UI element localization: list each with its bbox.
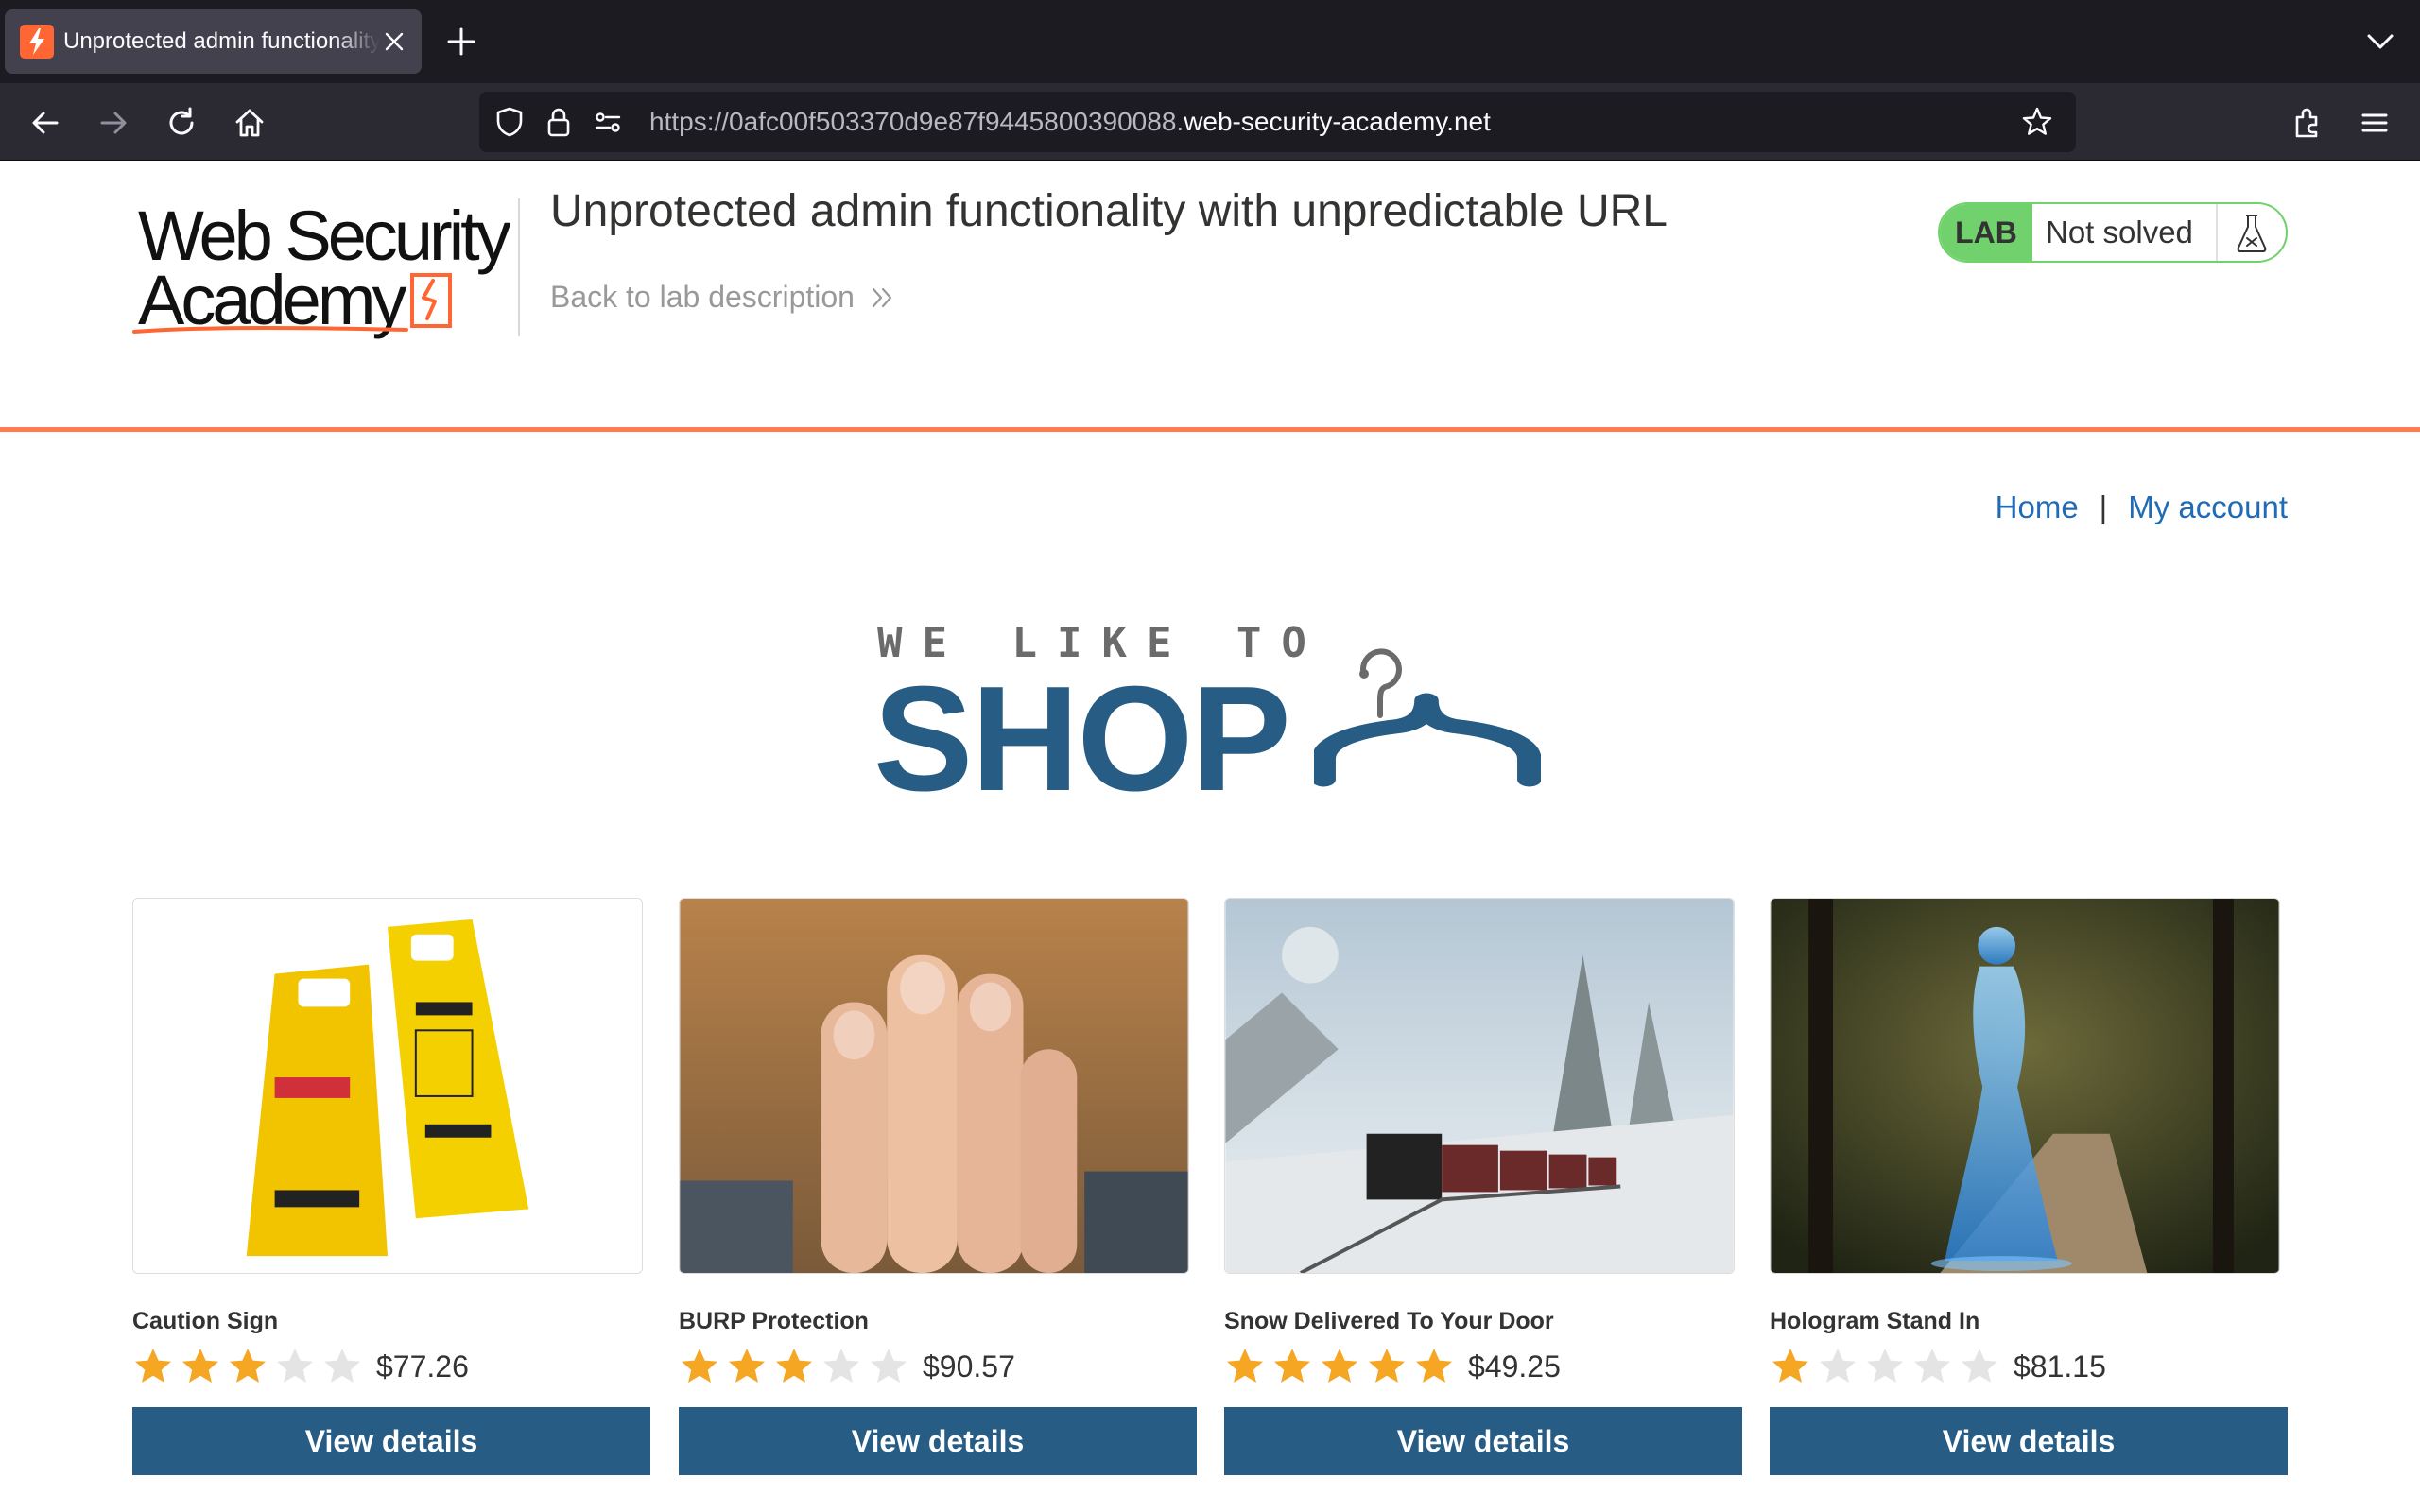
view-details-button[interactable]: View details [132,1407,650,1475]
product-meta: $81.15 [1770,1345,2288,1388]
star-filled-icon [729,1349,765,1383]
we-like-to-shop-logo: WE LIKE TO SHOP [873,619,1548,814]
product-meta: $49.25 [1224,1345,1742,1388]
extensions-icon[interactable] [2288,104,2325,142]
snow-train-image [1225,899,1734,1273]
star-filled-icon [1274,1349,1310,1383]
lab-flask-button[interactable] [2218,204,2286,261]
product-rating [679,1346,915,1387]
close-tab-icon[interactable] [381,28,407,55]
permissions-icon[interactable] [591,105,625,139]
product-name: BURP Protection [679,1308,869,1334]
product-image-caution-sign [132,898,643,1274]
forward-arrow-icon[interactable] [95,104,132,142]
burp-protection-image [680,899,1188,1273]
product-rating [132,1346,369,1387]
url-prefix: https://0afc00f503370d9e87f9445800390088… [649,107,1184,136]
star-filled-icon [1772,1349,1808,1383]
view-details-button[interactable]: View details [1224,1407,1742,1475]
browser-nav-bar: https://0afc00f503370d9e87f9445800390088… [0,83,2420,161]
product-name: Caution Sign [132,1308,279,1334]
product-price: $81.15 [2014,1349,2106,1383]
url-bar[interactable]: https://0afc00f503370d9e87f9445800390088… [479,92,2076,152]
product-name: Hologram Stand In [1770,1308,1980,1334]
star-filled-icon [1369,1349,1405,1383]
home-icon[interactable] [231,104,268,142]
double-chevron-right-icon [872,287,892,307]
star-empty-icon [324,1349,360,1383]
lab-status-widget: LAB Not solved [1938,202,2288,263]
star-filled-icon [682,1349,717,1383]
url-text[interactable]: https://0afc00f503370d9e87f9445800390088… [649,92,1491,152]
lab-title: Unprotected admin functionality with unp… [550,186,1668,236]
lab-badge: LAB [1940,204,2032,261]
product-card: BURP Protection $90.57 View details [679,898,1197,1475]
star-empty-icon [1962,1349,1997,1383]
burp-favicon-icon [20,25,54,59]
star-empty-icon [823,1349,859,1383]
view-details-button[interactable]: View details [679,1407,1197,1475]
back-link-label: Back to lab description [550,280,855,314]
product-price: $77.26 [376,1349,469,1383]
star-empty-icon [1914,1349,1950,1383]
star-filled-icon [1227,1349,1263,1383]
product-meta: $77.26 [132,1345,650,1388]
product-price: $49.25 [1468,1349,1561,1383]
url-host: web-security-academy.net [1184,107,1491,136]
reload-icon[interactable] [163,104,200,142]
header-divider [518,198,520,336]
product-rating [1770,1346,2006,1387]
nav-separator: | [2099,490,2108,524]
shop-logo-line-2: SHOP [873,656,1291,822]
my-account-link[interactable]: My account [2128,490,2288,525]
star-empty-icon [1867,1349,1903,1383]
product-price: $90.57 [923,1349,1015,1383]
product-image-hologram-stand-in [1770,898,2280,1274]
star-empty-icon [277,1349,313,1383]
product-rating [1224,1346,1461,1387]
new-tab-icon[interactable] [444,25,478,59]
web-security-academy-logo[interactable]: Web Security Academy [132,194,510,345]
header-orange-rule [0,427,2420,432]
product-card: Hologram Stand In $81.15 View details [1770,898,2288,1475]
tab-title: Unprotected admin functionality with unp… [63,28,380,54]
star-filled-icon [182,1349,218,1383]
browser-tab-bar: Unprotected admin functionality with unp… [0,0,2420,83]
view-details-button[interactable]: View details [1770,1407,2288,1475]
lock-icon[interactable] [542,105,576,139]
product-name: Snow Delivered To Your Door [1224,1308,1554,1334]
star-empty-icon [1820,1349,1856,1383]
menu-icon[interactable] [2356,104,2394,142]
browser-tab[interactable]: Unprotected admin functionality with unp… [5,9,422,74]
back-to-lab-description-link[interactable]: Back to lab description [550,280,896,315]
star-filled-icon [135,1349,171,1383]
shield-icon[interactable] [493,105,527,139]
home-link[interactable]: Home [1996,490,2079,525]
product-image-snow-delivered [1224,898,1735,1274]
product-meta: $90.57 [679,1345,1197,1388]
star-filled-icon [1416,1349,1452,1383]
product-card: Caution Sign $77.26 View details [132,898,650,1475]
clothes-hanger-icon [1314,648,1541,787]
product-card: Snow Delivered To Your Door $49.25 View … [1224,898,1742,1475]
flask-icon [2237,215,2267,252]
product-image-burp-protection [679,898,1189,1274]
star-filled-icon [1322,1349,1357,1383]
star-filled-icon [230,1349,266,1383]
back-arrow-icon[interactable] [26,104,64,142]
star-filled-icon [776,1349,812,1383]
bookmark-star-icon[interactable] [2020,105,2054,139]
chevron-down-icon[interactable] [2363,26,2397,57]
star-empty-icon [871,1349,907,1383]
caution-sign-image [133,899,642,1273]
top-nav-links: Home | My account [1996,490,2288,525]
lab-status-text: Not solved [2032,204,2218,261]
hologram-image [1771,899,2279,1273]
